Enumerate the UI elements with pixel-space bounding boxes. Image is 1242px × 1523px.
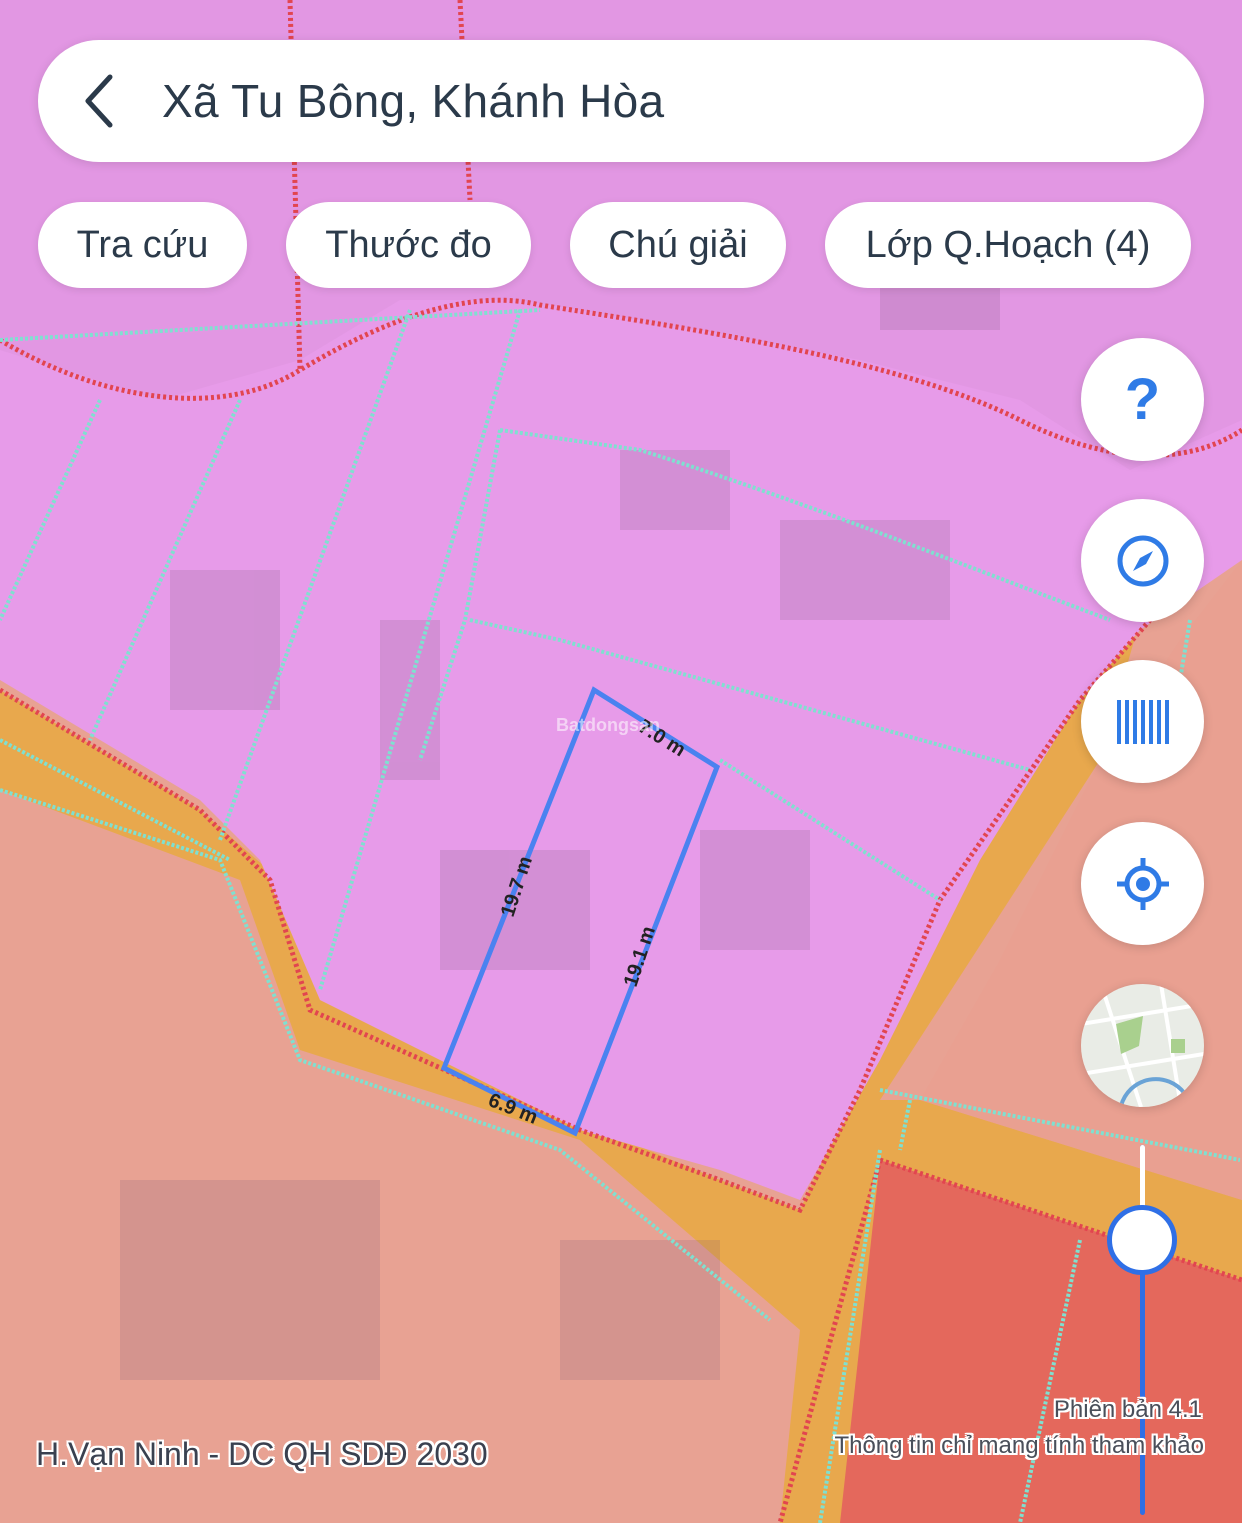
minimap-icon	[1081, 984, 1204, 1107]
layer-name-label: H.Vạn Ninh - DC QH SDĐ 2030	[36, 1436, 488, 1472]
chip-lookup[interactable]: Tra cứu	[38, 202, 247, 288]
chevron-left-icon	[85, 74, 113, 128]
location-title[interactable]: Xã Tu Bông, Khánh Hòa	[162, 74, 664, 128]
chip-planning-layers[interactable]: Lớp Q.Hoạch (4)	[825, 202, 1191, 288]
back-button[interactable]	[38, 40, 162, 162]
help-button[interactable]: ?	[1081, 338, 1204, 461]
compass-icon	[1117, 535, 1168, 586]
locate-button[interactable]	[1081, 822, 1204, 945]
help-icon: ?	[1124, 367, 1161, 432]
minimap-button[interactable]	[1081, 984, 1204, 1107]
barcode-button[interactable]	[1081, 660, 1204, 783]
compass-button[interactable]	[1081, 499, 1204, 622]
watermark: Batdongsan	[556, 715, 661, 735]
barcode-icon	[1116, 699, 1169, 744]
zoom-slider-thumb[interactable]	[1107, 1205, 1177, 1275]
search-bar[interactable]: Xã Tu Bông, Khánh Hòa	[38, 40, 1204, 162]
chip-legend[interactable]: Chú giải	[570, 202, 786, 288]
locate-icon	[1116, 857, 1169, 910]
version-label: Phiên bản 4.1	[1053, 1396, 1202, 1423]
chip-ruler[interactable]: Thước đo	[286, 202, 531, 288]
disclaimer-label: Thông tin chỉ mang tính tham khảo	[834, 1432, 1204, 1459]
